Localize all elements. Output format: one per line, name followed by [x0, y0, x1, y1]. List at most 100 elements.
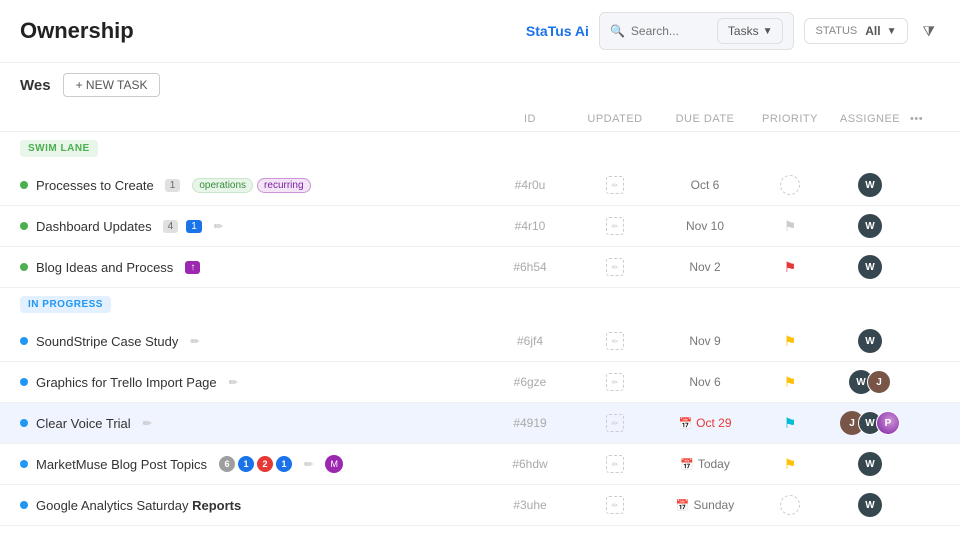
task-priority: ⚑	[750, 456, 830, 473]
task-name: Blog Ideas and Process	[36, 260, 173, 275]
col-name	[20, 113, 490, 125]
date-with-icon: 📅 Today	[660, 457, 750, 471]
table-row[interactable]: MarketMuse Blog Post Topics 6 1 2 1 ✏ M …	[0, 444, 960, 485]
priority-flag-icon: ⚑	[784, 259, 797, 276]
avatar: W	[858, 214, 882, 238]
date-with-icon: 📅 Sunday	[660, 498, 750, 512]
updated-icon: ✏	[606, 496, 624, 514]
filter-button[interactable]: ⧩	[918, 18, 941, 45]
task-priority: ⚑	[750, 218, 830, 235]
task-priority: ⚑	[750, 415, 830, 432]
task-tags: operations recurring	[192, 178, 310, 193]
task-updated: ✏	[570, 258, 660, 276]
task-due-date: 📅 Today	[660, 457, 750, 471]
task-id: #3uhe	[490, 498, 570, 512]
avatar: W	[858, 173, 882, 197]
updated-icon: ✏	[606, 455, 624, 473]
page-title: Ownership	[20, 18, 134, 44]
task-assignee: W	[830, 214, 910, 238]
task-name-cell: Processes to Create 1 operations recurri…	[20, 178, 490, 193]
multi-avatar: W J	[849, 370, 891, 394]
avatar: J	[867, 370, 891, 394]
task-status-dot	[20, 337, 28, 345]
table-header: ID UPDATED DUE DATE PRIORITY ASSIGNEE ••…	[0, 107, 960, 132]
avatar-icon: M	[325, 455, 343, 473]
task-name-cell: Dashboard Updates 4 1 ✏	[20, 219, 490, 234]
edit-icon: ✏	[143, 417, 152, 430]
table-row[interactable]: Processes to Create 1 operations recurri…	[0, 165, 960, 206]
table-row[interactable]: Google Analytics Saturday Reports #3uhe …	[0, 485, 960, 526]
task-assignee: J W P	[830, 411, 910, 435]
task-name-cell: Google Analytics Saturday Reports	[20, 498, 490, 513]
header: Ownership StaTus Ai 🔍 Tasks ▼ STATUS All…	[0, 0, 960, 63]
task-due-date: Nov 2	[660, 260, 750, 274]
task-updated: ✏	[570, 496, 660, 514]
task-id: #6gze	[490, 375, 570, 389]
priority-flag-icon: ⚑	[784, 415, 797, 432]
task-id: #6hdw	[490, 457, 570, 471]
table-row[interactable]: Clear Voice Trial ✏ #4919 ✏ 📅 Oct 29 ⚑ J…	[0, 403, 960, 444]
status-value: All	[865, 24, 880, 38]
priority-flag-icon: ⚑	[784, 374, 797, 391]
task-due-date: Nov 10	[660, 219, 750, 233]
header-right: StaTus Ai 🔍 Tasks ▼ STATUS All ▼ ⧩	[526, 12, 940, 50]
task-name: Clear Voice Trial	[36, 416, 131, 431]
task-count-badge: 4	[163, 220, 179, 233]
task-name-cell: Graphics for Trello Import Page ✏	[20, 375, 490, 390]
swim-lane-section-header: SWIM LANE	[0, 132, 960, 165]
calendar-icon: 📅	[676, 499, 690, 512]
filter-icon: ⧩	[923, 23, 936, 39]
today-label: Today	[698, 457, 730, 471]
task-priority	[750, 175, 830, 195]
task-name-cell: MarketMuse Blog Post Topics 6 1 2 1 ✏ M	[20, 455, 490, 473]
task-due-date: 📅 Oct 29	[660, 416, 750, 430]
task-updated: ✏	[570, 176, 660, 194]
task-status-dot	[20, 181, 28, 189]
chevron-down-icon: ▼	[887, 26, 897, 37]
search-input[interactable]	[631, 24, 711, 38]
new-task-button[interactable]: + NEW TASK	[63, 73, 161, 97]
task-id: #6h54	[490, 260, 570, 274]
task-name: Google Analytics Saturday Reports	[36, 498, 241, 513]
tasks-dropdown[interactable]: Tasks ▼	[717, 18, 784, 44]
task-id: #4r0u	[490, 178, 570, 192]
table-row[interactable]: Blog Ideas and Process ↑ #6h54 ✏ Nov 2 ⚑…	[0, 247, 960, 288]
user-name: Wes	[20, 77, 51, 94]
priority-flag-icon: ⚑	[784, 456, 797, 473]
badge-count: 6	[219, 456, 235, 472]
col-id: ID	[490, 113, 570, 125]
edit-icon: ✏	[229, 376, 238, 389]
task-name-cell: Clear Voice Trial ✏	[20, 416, 490, 431]
date-with-icon: 📅 Oct 29	[660, 416, 750, 430]
task-id: #4r10	[490, 219, 570, 233]
badge-count: 1	[276, 456, 292, 472]
task-name: Dashboard Updates	[36, 219, 152, 234]
task-due-date: Nov 9	[660, 334, 750, 348]
status-filter[interactable]: STATUS All ▼	[804, 18, 907, 44]
calendar-icon: 📅	[678, 417, 692, 430]
task-id: #6jf4	[490, 334, 570, 348]
task-count-badge: 1	[165, 179, 181, 192]
table-row[interactable]: SoundStripe Case Study ✏ #6jf4 ✏ Nov 9 ⚑…	[0, 321, 960, 362]
col-priority: PRIORITY	[750, 113, 830, 125]
task-updated: ✏	[570, 455, 660, 473]
sunday-label: Sunday	[694, 498, 735, 512]
in-progress-section-header: IN PROGRESS	[0, 288, 960, 321]
priority-flag-icon: ⚑	[784, 218, 797, 235]
task-updated: ✏	[570, 332, 660, 350]
task-assignee: W	[830, 329, 910, 353]
search-icon: 🔍	[610, 24, 625, 38]
search-bar[interactable]: 🔍 Tasks ▼	[599, 12, 795, 50]
task-due-date: Oct 6	[660, 178, 750, 192]
more-icon: •••	[910, 113, 923, 125]
swim-lane-badge: SWIM LANE	[20, 140, 98, 157]
table-row[interactable]: Graphics for Trello Import Page ✏ #6gze …	[0, 362, 960, 403]
task-status-dot	[20, 501, 28, 509]
task-priority: ⚑	[750, 374, 830, 391]
col-due-date: DUE DATE	[660, 113, 750, 125]
task-due-date: 📅 Sunday	[660, 498, 750, 512]
table-row[interactable]: Dashboard Updates 4 1 ✏ #4r10 ✏ Nov 10 ⚑…	[0, 206, 960, 247]
edit-icon: ✏	[190, 335, 199, 348]
task-name: Graphics for Trello Import Page	[36, 375, 217, 390]
subheader: Wes + NEW TASK	[0, 63, 960, 107]
